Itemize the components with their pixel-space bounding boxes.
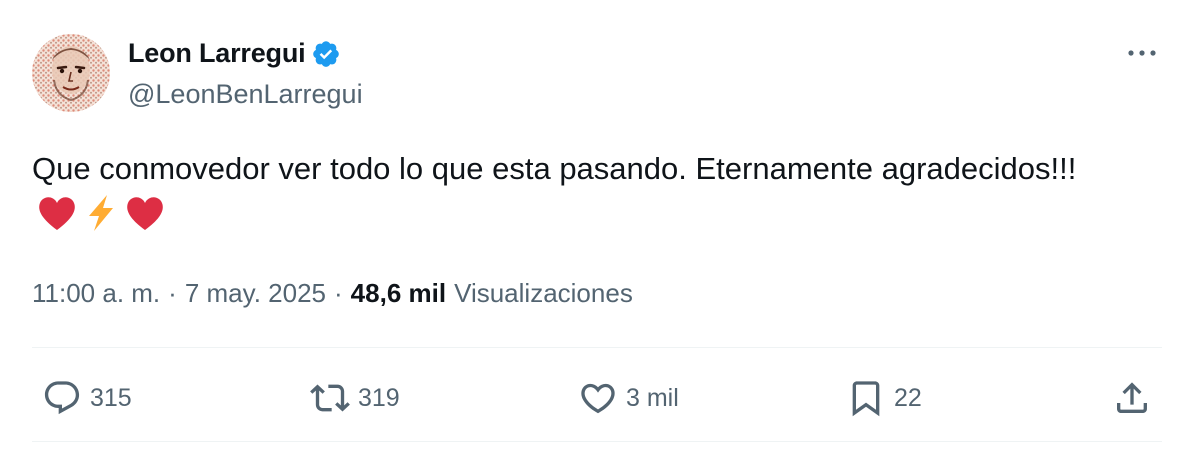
author-handle[interactable]: @LeonBenLarregui bbox=[128, 79, 363, 110]
views-label[interactable]: Visualizaciones bbox=[454, 278, 633, 309]
tweet-date[interactable]: 7 may. 2025 bbox=[185, 278, 326, 309]
reply-icon bbox=[44, 381, 80, 415]
reply-count: 315 bbox=[90, 383, 132, 412]
bookmark-count: 22 bbox=[894, 383, 922, 412]
reply-button[interactable]: 315 bbox=[42, 372, 132, 424]
bookmark-button[interactable]: 22 bbox=[846, 372, 922, 424]
retweet-button[interactable]: 319 bbox=[310, 372, 400, 424]
retweet-count: 319 bbox=[358, 383, 400, 412]
tweet-body: Que conmovedor ver todo lo que esta pasa… bbox=[32, 151, 1077, 186]
divider bbox=[32, 347, 1162, 348]
divider bbox=[32, 441, 1162, 442]
views-count[interactable]: 48,6 mil bbox=[351, 278, 446, 309]
retweet-icon bbox=[310, 384, 350, 412]
author-name-row: Leon Larregui bbox=[128, 38, 341, 69]
bookmark-icon bbox=[852, 381, 880, 417]
more-options-button[interactable] bbox=[1124, 38, 1160, 68]
tweet-text: Que conmovedor ver todo lo que esta pasa… bbox=[32, 145, 1152, 241]
more-dots-icon bbox=[1128, 50, 1156, 56]
high-voltage-icon bbox=[89, 195, 113, 231]
tweet-meta: 11:00 a. m. · 7 may. 2025 · 48,6 mil Vis… bbox=[32, 278, 633, 309]
author-display-name[interactable]: Leon Larregui bbox=[128, 38, 306, 69]
tweet-actions-bar: 315 319 3 mil 22 bbox=[0, 372, 1188, 424]
share-button[interactable] bbox=[1112, 372, 1152, 424]
tweet-emojis bbox=[36, 193, 166, 233]
tweet-time[interactable]: 11:00 a. m. bbox=[32, 278, 160, 309]
meta-separator: · bbox=[168, 278, 177, 308]
verified-badge-icon[interactable] bbox=[311, 39, 341, 69]
meta-separator: · bbox=[334, 278, 343, 308]
heart-outline-icon bbox=[581, 383, 615, 414]
red-heart-icon bbox=[39, 197, 75, 230]
avatar[interactable] bbox=[32, 34, 110, 112]
portrait-illustration-avatar bbox=[32, 34, 110, 112]
like-button[interactable]: 3 mil bbox=[578, 372, 679, 424]
like-count: 3 mil bbox=[626, 383, 679, 412]
red-heart-icon bbox=[127, 197, 163, 230]
share-icon bbox=[1117, 382, 1147, 413]
